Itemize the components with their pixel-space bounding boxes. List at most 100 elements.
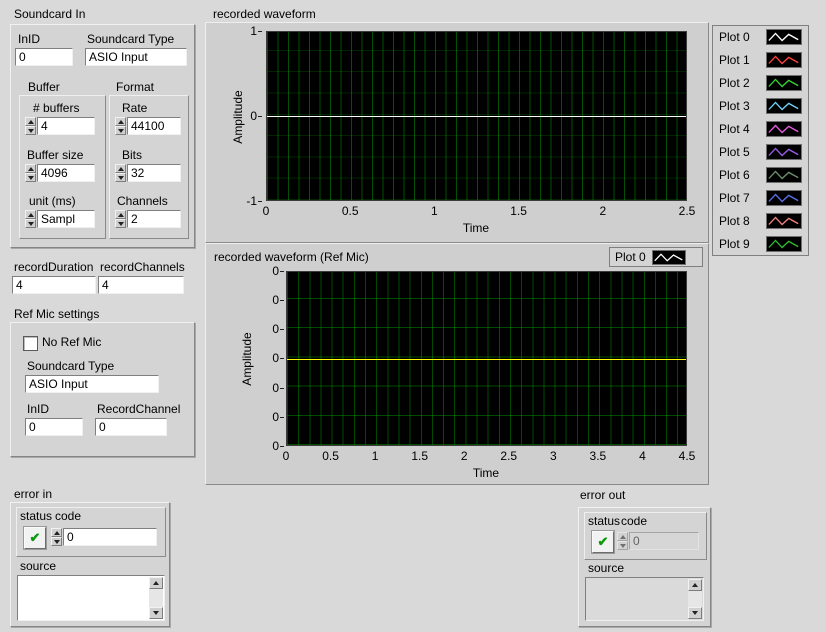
y-tick: 0	[272, 294, 284, 306]
soundcard-type-input[interactable]: ASIO Input	[85, 48, 187, 66]
down-arrow-icon	[28, 129, 34, 133]
unit-label: unit (ms)	[29, 195, 76, 208]
error-in-title: error in	[14, 488, 52, 501]
y-axis-ticks: 0 0 0 0 0 0 0	[258, 265, 284, 452]
ref-mic-panel: No Ref Mic Soundcard Type ASIO Input InI…	[10, 322, 195, 457]
scroll-up-button[interactable]	[149, 577, 163, 589]
increment-button[interactable]	[25, 117, 36, 126]
record-duration-value: 4	[16, 278, 23, 292]
plot-waveform-icon	[766, 75, 802, 91]
legend-item[interactable]: Plot 6	[713, 163, 808, 186]
down-arrow-icon	[153, 611, 159, 615]
scroll-down-button[interactable]	[149, 607, 163, 619]
plot-legend: Plot 0 Plot 1 Plot 2 Plot 3 Plot 4 Plot …	[712, 25, 809, 256]
increment-button[interactable]	[115, 164, 126, 173]
decrement-button[interactable]	[25, 173, 36, 182]
ref-mic-graph-title: recorded waveform (Ref Mic)	[214, 251, 369, 264]
error-out-status-indicator: ✔	[592, 531, 614, 553]
error-out-panel: status ✔ code 0 source	[578, 507, 711, 627]
legend-label: Plot 2	[719, 76, 750, 90]
ref-mic-legend[interactable]: Plot 0	[609, 247, 703, 267]
up-arrow-icon	[118, 167, 124, 171]
x-tick: 4	[639, 450, 646, 462]
legend-label: Plot 6	[719, 168, 750, 182]
legend-item[interactable]: Plot 3	[713, 95, 808, 118]
increment-button[interactable]	[25, 210, 36, 219]
record-channels-label: recordChannels	[100, 261, 185, 274]
down-arrow-icon	[620, 544, 626, 548]
channels-spinner	[115, 210, 126, 228]
record-channel-value: 0	[99, 420, 106, 434]
buffer-title: Buffer	[28, 81, 60, 94]
increment-button[interactable]	[25, 164, 36, 173]
rate-value[interactable]: 44100	[127, 117, 181, 135]
buffer-size-value[interactable]: 4096	[37, 164, 95, 182]
decrement-button[interactable]	[115, 126, 126, 135]
error-in-code-spinner	[51, 528, 62, 546]
x-axis-label: Time	[463, 221, 489, 235]
bits-spinner	[115, 164, 126, 182]
y-tick: 0	[272, 411, 284, 423]
channels-control[interactable]: 2	[115, 210, 181, 228]
scroll-down-button[interactable]	[688, 607, 702, 619]
unit-control[interactable]: Sampl	[25, 210, 95, 228]
channels-label: Channels	[117, 195, 168, 208]
ref-mic-graph: recorded waveform (Ref Mic) Plot 0 Ampli…	[205, 243, 709, 485]
num-buffers-control[interactable]: 4	[25, 117, 95, 135]
decrement-button[interactable]	[25, 126, 36, 135]
scroll-up-button[interactable]	[688, 579, 702, 591]
decrement-button[interactable]	[51, 537, 62, 546]
ref-soundcard-type-label: Soundcard Type	[27, 360, 114, 373]
y-tick: 0	[272, 352, 284, 364]
legend-item[interactable]: Plot 2	[713, 72, 808, 95]
unit-spinner	[25, 210, 36, 228]
bits-value[interactable]: 32	[127, 164, 181, 182]
error-out-title: error out	[580, 489, 625, 502]
legend-item[interactable]: Plot 7	[713, 186, 808, 209]
error-in-source-input[interactable]	[17, 575, 165, 621]
ref-inid-input[interactable]: 0	[25, 418, 83, 436]
error-in-source-scrollbar[interactable]	[149, 577, 163, 619]
x-tick: 2.5	[500, 450, 517, 462]
legend-item[interactable]: Plot 4	[713, 118, 808, 141]
ref-soundcard-type-input[interactable]: ASIO Input	[25, 375, 159, 393]
record-duration-input[interactable]: 4	[12, 276, 96, 294]
channels-value[interactable]: 2	[127, 210, 181, 228]
y-tick: 0	[272, 382, 284, 394]
legend-item[interactable]: Plot 9	[713, 232, 808, 255]
error-in-code-control[interactable]: 0	[51, 528, 157, 546]
record-channel-input[interactable]: 0	[95, 418, 167, 436]
increment-button[interactable]	[115, 117, 126, 126]
bits-control[interactable]: 32	[115, 164, 181, 182]
legend-item[interactable]: Plot 5	[713, 141, 808, 164]
record-channels-value: 4	[102, 278, 109, 292]
waveform-plot-area	[266, 31, 687, 201]
error-in-code-value[interactable]: 0	[63, 528, 157, 546]
num-buffers-value[interactable]: 4	[37, 117, 95, 135]
legend-item[interactable]: Plot 8	[713, 209, 808, 232]
no-ref-mic-checkbox[interactable]	[23, 336, 38, 351]
down-arrow-icon	[28, 176, 34, 180]
legend-label: Plot 0	[719, 30, 750, 44]
status-check-icon: ✔	[598, 534, 609, 550]
decrement-button[interactable]	[25, 219, 36, 228]
legend-label: Plot 7	[719, 191, 750, 205]
buffer-size-control[interactable]: 4096	[25, 164, 95, 182]
increment-button[interactable]	[51, 528, 62, 537]
up-arrow-icon	[28, 120, 34, 124]
y-tick: 0	[272, 265, 284, 277]
rate-control[interactable]: 44100	[115, 117, 181, 135]
decrement-button[interactable]	[115, 219, 126, 228]
plot-waveform-icon	[766, 167, 802, 183]
legend-item[interactable]: Plot 1	[713, 49, 808, 72]
inid-input[interactable]: 0	[15, 48, 73, 66]
error-in-status-button[interactable]: ✔	[24, 527, 46, 549]
x-axis-ticks: 0 0.5 1 1.5 2 2.5 3 3.5 4 4.5	[286, 450, 687, 462]
plot-waveform-icon	[766, 52, 802, 68]
record-channels-input[interactable]: 4	[98, 276, 184, 294]
legend-item[interactable]: Plot 0	[713, 26, 808, 49]
decrement-button[interactable]	[115, 173, 126, 182]
unit-value[interactable]: Sampl	[37, 210, 95, 228]
error-out-source-scrollbar[interactable]	[688, 579, 702, 619]
increment-button[interactable]	[115, 210, 126, 219]
